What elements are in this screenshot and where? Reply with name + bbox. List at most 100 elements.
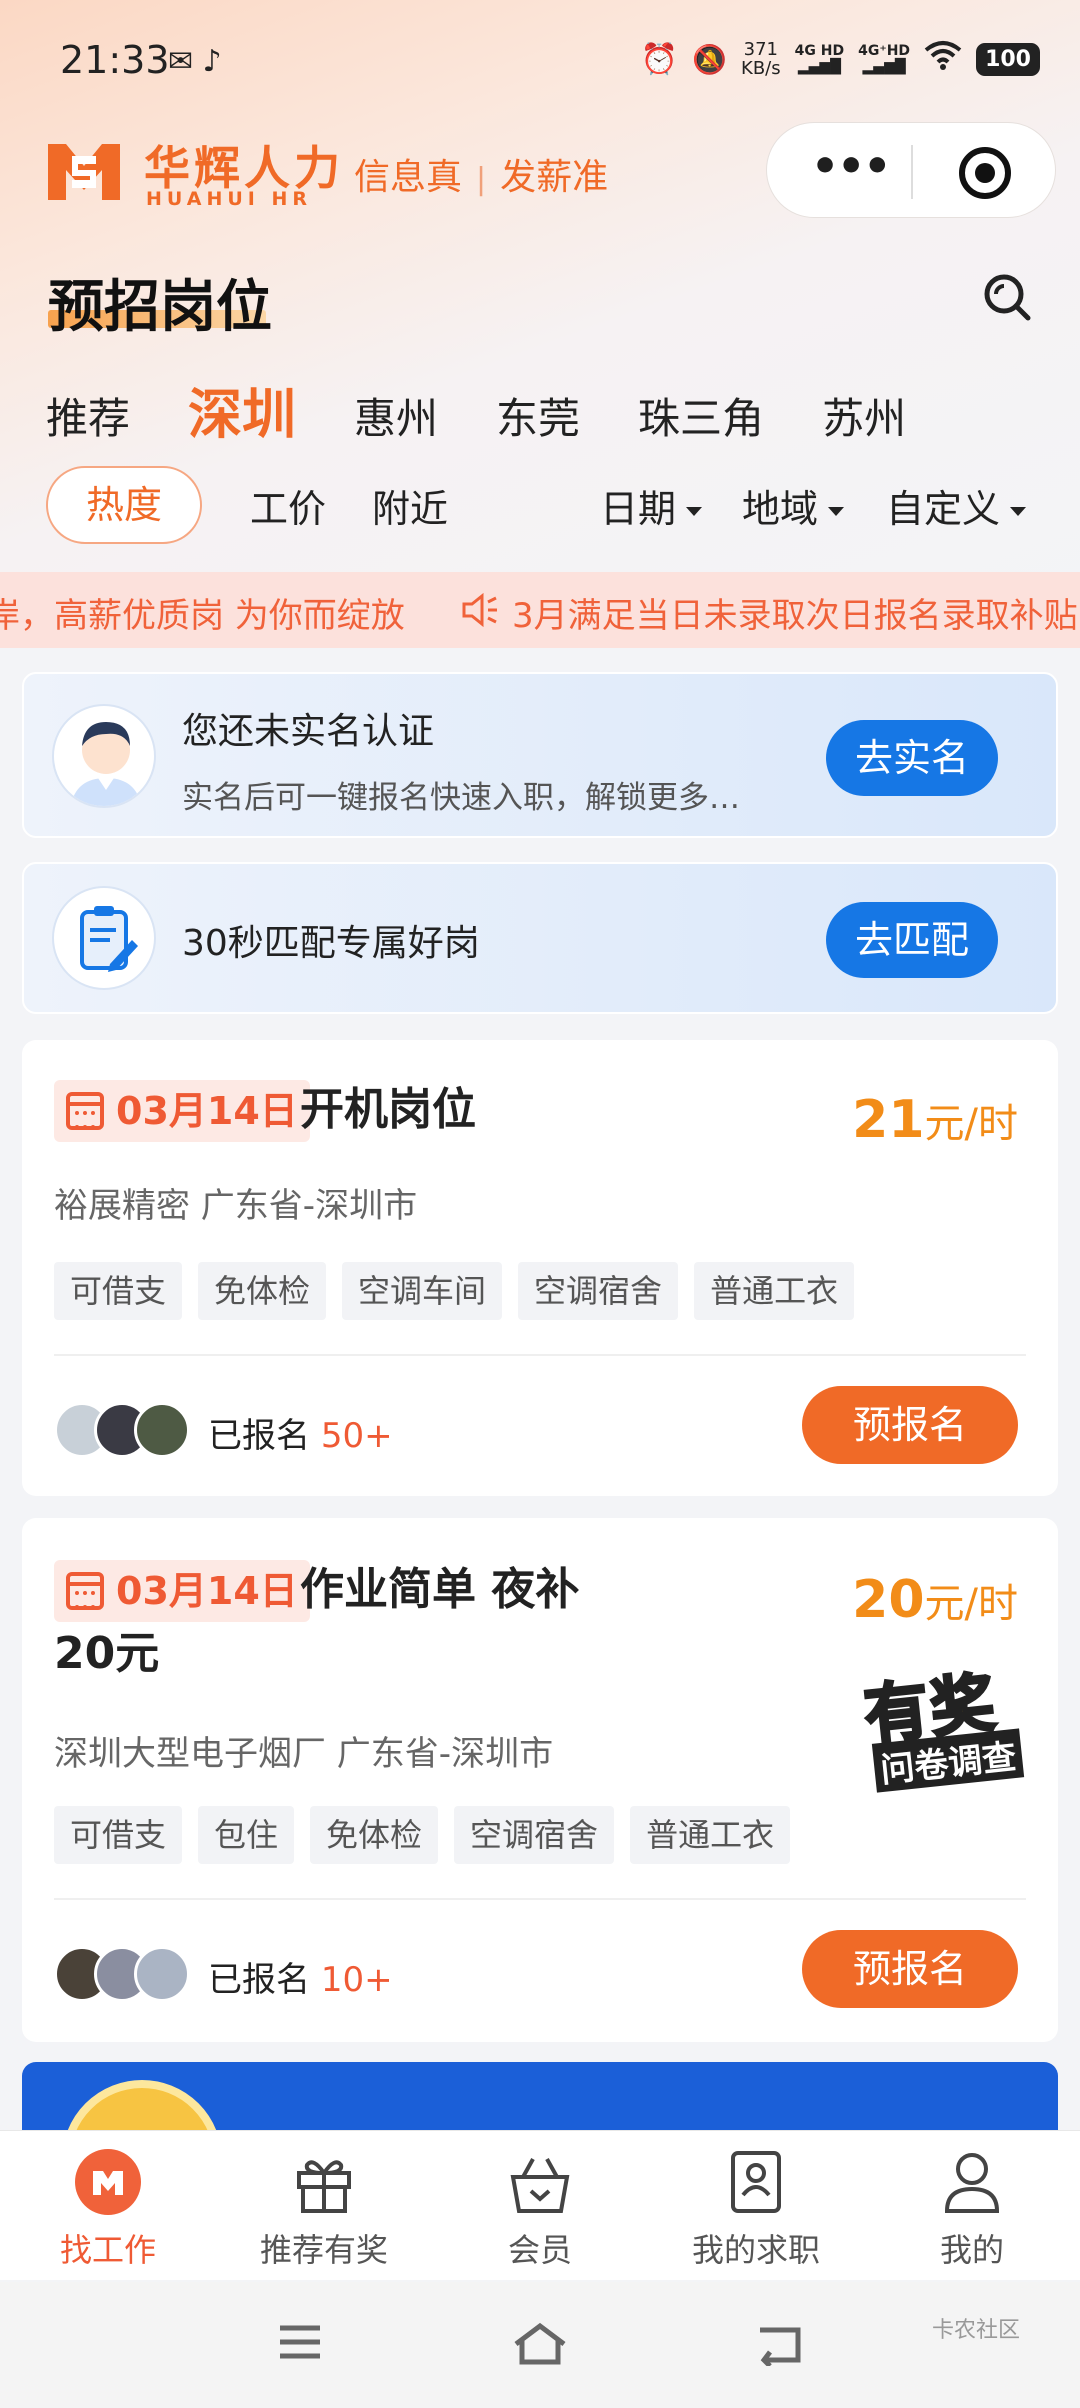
close-miniprogram-button[interactable] xyxy=(959,147,1011,199)
alarm-icon: ⏰ xyxy=(640,41,679,77)
app-header: 华辉人力 HUAHUI HR 信息真 | 发薪准 ••• xyxy=(0,120,1080,230)
slogan: 信息真 | 发薪准 xyxy=(354,157,609,198)
search-icon[interactable] xyxy=(982,272,1032,322)
job-tag: 免体检 xyxy=(310,1806,439,1864)
wage: 21元/时 xyxy=(852,1090,1018,1150)
job-tag: 空调车间 xyxy=(342,1262,503,1320)
resume-icon xyxy=(721,2147,791,2217)
survey-reward-badge[interactable]: 有奖 问卷调查 xyxy=(854,1658,1032,1793)
tab-my-applications[interactable]: 我的求职 xyxy=(648,2147,864,2271)
marquee-text-2: 3月满足当日未录取次日报名录取补贴20 xyxy=(512,596,1080,636)
divider xyxy=(54,1354,1026,1356)
page-title: 预招岗位 xyxy=(48,275,272,340)
job-tag: 包住 xyxy=(198,1806,295,1864)
home-icon[interactable] xyxy=(510,2322,570,2366)
net-speed: 371 KB/s xyxy=(741,39,781,79)
avatar xyxy=(134,1946,190,2002)
applied-count: 已报名 50+ xyxy=(208,1416,393,1456)
job-tags: 可借支 免体检 空调车间 空调宿舍 普通工衣 xyxy=(54,1262,870,1320)
date-badge: 03月14日 xyxy=(54,1080,310,1142)
match-button[interactable]: 去匹配 xyxy=(826,902,998,978)
chevron-down-icon xyxy=(828,507,845,516)
user-avatar-icon xyxy=(52,704,156,808)
real-name-verify-card[interactable]: 您还未实名认证 实名后可一键报名快速入职，解锁更多… 去实名 xyxy=(22,672,1058,838)
company-location: 裕展精密 广东省-深圳市 xyxy=(54,1186,418,1226)
wifi-icon xyxy=(924,40,962,78)
gift-icon xyxy=(289,2147,359,2217)
job-card[interactable]: 03月14日 开机岗位 21元/时 裕展精密 广东省-深圳市 可借支 免体检 空… xyxy=(22,1040,1058,1496)
job-tag: 免体检 xyxy=(198,1262,327,1320)
more-menu-button[interactable]: ••• xyxy=(811,141,891,192)
signal-bars-icon: ▂▄▆█ xyxy=(797,59,841,75)
battery-indicator: 100 xyxy=(976,42,1040,76)
notification-icons: ✉ ♪ xyxy=(168,44,222,79)
tab-find-job[interactable]: 找工作 xyxy=(0,2147,216,2271)
match-card-title: 30秒匹配专属好岗 xyxy=(182,923,480,964)
sort-popularity-button[interactable]: 热度 xyxy=(46,466,202,544)
date-dropdown[interactable]: 日期 xyxy=(600,478,703,533)
person-icon xyxy=(937,2147,1007,2217)
find-job-icon xyxy=(73,2147,143,2217)
announcement-marquee[interactable]: 岸，高薪优质岗 为你而绽放 3月满足当日未录取次日报名录取补贴20 xyxy=(0,572,1080,648)
job-card[interactable]: 03月14日 作业简单 夜补20元 20元/时 有奖 问卷调查 深圳大型电子烟厂… xyxy=(22,1518,1058,2042)
watermark: 卡农社区 xyxy=(931,2318,1020,2343)
job-match-card[interactable]: 30秒匹配专属好岗 去匹配 xyxy=(22,862,1058,1014)
clipboard-icon xyxy=(52,886,156,990)
tab-recommend[interactable]: 推荐 xyxy=(46,385,130,446)
calendar-icon xyxy=(66,1092,104,1130)
status-bar: 21:33 ✉ ♪ ⏰ 🔕 371 KB/s 4G HD ▂▄▆█ 4G⁺HD … xyxy=(0,0,1080,130)
pre-register-button[interactable]: 预报名 xyxy=(802,1386,1018,1464)
verify-button[interactable]: 去实名 xyxy=(826,720,998,796)
city-tabs: 推荐 深圳 惠州 东莞 珠三角 苏州 xyxy=(46,370,964,449)
tab-shenzhen[interactable]: 深圳 xyxy=(188,370,296,449)
menu-icon[interactable] xyxy=(276,2322,324,2362)
sort-nearby-button[interactable]: 附近 xyxy=(372,478,448,533)
divider xyxy=(54,1898,1026,1900)
job-tag: 空调宿舍 xyxy=(454,1806,615,1864)
job-tag: 普通工衣 xyxy=(694,1262,855,1320)
job-tag: 普通工衣 xyxy=(630,1806,791,1864)
verify-card-subtitle: 实名后可一键报名快速入职，解锁更多… xyxy=(182,780,740,816)
tab-referral-reward[interactable]: 推荐有奖 xyxy=(216,2147,432,2271)
capsule-divider xyxy=(911,145,913,199)
job-tag: 可借支 xyxy=(54,1262,183,1320)
back-icon[interactable] xyxy=(754,2322,806,2366)
speaker-icon xyxy=(462,592,497,628)
huahui-logo-icon xyxy=(48,144,120,200)
applicant-avatars xyxy=(54,1946,194,2002)
signal-bars-icon: ▂▄▆█ xyxy=(862,59,906,75)
custom-dropdown[interactable]: 自定义 xyxy=(886,478,1027,533)
status-indicators: ⏰ 🔕 371 KB/s 4G HD ▂▄▆█ 4G⁺HD ▂▄▆█ 100 xyxy=(641,40,1040,78)
tab-pearl-river-delta[interactable]: 珠三角 xyxy=(638,385,764,446)
bottom-tab-bar: 找工作 推荐有奖 会员 我的求职 我的 xyxy=(0,2130,1080,2280)
job-title: 开机岗位 xyxy=(300,1084,476,1135)
wage: 20元/时 xyxy=(852,1570,1018,1630)
avatar xyxy=(134,1402,190,1458)
filter-row: 热度 工价 附近 日期 地域 自定义 xyxy=(46,466,1036,546)
verify-card-title: 您还未实名认证 xyxy=(182,711,435,752)
status-time: 21:33 xyxy=(60,38,170,82)
chevron-down-icon xyxy=(1010,507,1027,516)
system-navigation-bar: 卡农社区 xyxy=(0,2282,1080,2408)
job-tags: 可借支 包住 免体检 空调宿舍 普通工衣 xyxy=(54,1806,806,1864)
sort-wage-button[interactable]: 工价 xyxy=(250,478,326,533)
tab-profile[interactable]: 我的 xyxy=(864,2147,1080,2271)
job-tag: 可借支 xyxy=(54,1806,183,1864)
region-dropdown[interactable]: 地域 xyxy=(742,478,845,533)
signal-indicator-1: 4G HD ▂▄▆█ xyxy=(794,43,845,75)
logo-subtext: HUAHUI HR xyxy=(146,188,312,210)
applicant-avatars xyxy=(54,1402,194,1458)
miniprogram-capsule: ••• xyxy=(766,122,1056,218)
company-location: 深圳大型电子烟厂 广东省-深圳市 xyxy=(54,1734,554,1774)
tab-suzhou[interactable]: 苏州 xyxy=(822,385,906,446)
mute-icon: 🔕 xyxy=(692,42,728,76)
tab-huizhou[interactable]: 惠州 xyxy=(354,385,438,446)
pre-register-button[interactable]: 预报名 xyxy=(802,1930,1018,2008)
crown-basket-icon xyxy=(505,2147,575,2217)
job-tag: 空调宿舍 xyxy=(518,1262,679,1320)
signal-indicator-2: 4G⁺HD ▂▄▆█ xyxy=(858,43,911,75)
job-title: 作业简单 夜补20元 xyxy=(54,1564,580,1679)
tab-membership[interactable]: 会员 xyxy=(432,2147,648,2271)
applied-count: 已报名 10+ xyxy=(208,1960,393,2000)
tab-dongguan[interactable]: 东莞 xyxy=(496,385,580,446)
